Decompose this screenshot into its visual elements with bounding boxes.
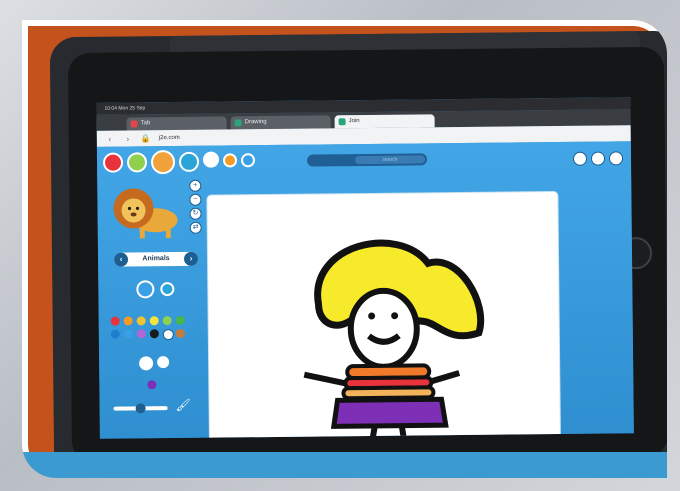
tab-label: Drawing <box>244 119 267 126</box>
tool-star-icon[interactable] <box>102 152 124 173</box>
tab-favicon-icon <box>130 120 138 128</box>
palette-color-swatch[interactable] <box>136 329 146 339</box>
tab-label: Tab <box>140 120 151 127</box>
drawing-canvas[interactable] <box>207 192 561 439</box>
prev-category-icon[interactable]: ‹ <box>113 252 129 267</box>
palette-color-swatch[interactable] <box>149 329 159 339</box>
child-drawing <box>303 239 485 439</box>
browser-tab[interactable]: Tab <box>126 116 227 131</box>
palette-color-swatch[interactable] <box>123 329 133 339</box>
flip-icon[interactable]: ⇄ <box>189 221 202 234</box>
forward-icon[interactable]: › <box>123 134 133 143</box>
photo: 10:04 Mon 25 Sep Tab Drawing Join ‹ › 🔒 … <box>22 20 667 478</box>
next-category-icon[interactable]: › <box>183 251 199 266</box>
brush-size-icon[interactable] <box>139 356 154 371</box>
browser-tab[interactable]: Drawing <box>230 115 331 130</box>
pencil-icon[interactable] <box>572 151 588 166</box>
url-field[interactable]: j2e.com <box>159 135 180 141</box>
back-icon[interactable]: ‹ <box>105 134 115 143</box>
size-slider[interactable] <box>113 403 168 414</box>
opacity-icon[interactable] <box>157 356 170 369</box>
brush-icon[interactable] <box>590 151 606 166</box>
photo-frame: 10:04 Mon 25 Sep Tab Drawing Join ‹ › 🔒 … <box>0 0 680 491</box>
search-input[interactable]: search <box>354 155 426 165</box>
color-palette <box>110 315 201 347</box>
palette-color-swatch[interactable] <box>123 316 133 326</box>
tool-info-icon[interactable] <box>240 153 256 168</box>
paint-brush-icon: 🖌 <box>175 397 191 413</box>
lock-icon: 🔒 <box>140 133 151 143</box>
tool-card-icon[interactable] <box>150 150 176 175</box>
tab-favicon-icon <box>338 118 346 126</box>
zoom-in-icon[interactable]: + <box>189 179 202 192</box>
frame-band <box>22 452 667 478</box>
tablet-case: 10:04 Mon 25 Sep Tab Drawing Join ‹ › 🔒 … <box>49 30 667 478</box>
category-selector[interactable]: ‹ Animals › <box>113 251 199 267</box>
tab-label: Join <box>348 118 360 125</box>
rotate-icon[interactable]: ↻ <box>189 207 202 220</box>
eraser-icon[interactable] <box>608 151 624 166</box>
tablet-screen: 10:04 Mon 25 Sep Tab Drawing Join ‹ › 🔒 … <box>96 97 634 439</box>
tool-undo-icon[interactable] <box>222 153 238 168</box>
palette-color-swatch[interactable] <box>162 316 172 326</box>
palette-color-swatch[interactable] <box>175 328 185 339</box>
palette-color-swatch[interactable] <box>110 329 120 339</box>
palette-color-swatch[interactable] <box>110 316 120 326</box>
right-toolbar <box>572 151 624 166</box>
palette-color-swatch[interactable] <box>149 316 159 326</box>
brush-tool-icon[interactable] <box>136 280 155 299</box>
current-color-swatch <box>147 380 157 390</box>
tab-favicon-icon <box>234 119 242 127</box>
drawing-app: search + − ↻ ⇄ ‹ Animals › 🖌 <box>96 141 634 439</box>
size-slider-handle[interactable] <box>135 403 146 414</box>
zoom-out-icon[interactable]: − <box>189 193 202 206</box>
palette-color-swatch[interactable] <box>162 329 174 341</box>
browser-tab-active[interactable]: Join <box>334 114 435 129</box>
tool-globe-icon[interactable] <box>178 151 200 172</box>
fill-tool-icon[interactable] <box>160 282 175 297</box>
left-panel: + − ↻ ⇄ ‹ Animals › 🖌 <box>105 176 202 427</box>
lion-stamp-icon[interactable] <box>109 184 182 241</box>
tool-ball-icon[interactable] <box>126 152 148 173</box>
palette-color-swatch[interactable] <box>136 316 146 326</box>
category-label: Animals <box>142 255 170 263</box>
palette-color-swatch[interactable] <box>175 315 185 326</box>
search-bar[interactable]: search <box>306 153 428 167</box>
tool-printer-icon[interactable] <box>202 151 220 168</box>
